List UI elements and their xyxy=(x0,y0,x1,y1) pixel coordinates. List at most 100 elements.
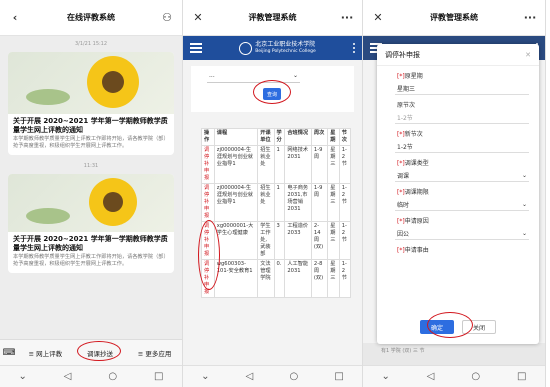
more-icon[interactable]: ··· xyxy=(340,11,354,24)
field-label: 原节次 xyxy=(397,102,416,109)
cell: 文法管理学院 xyxy=(257,259,275,298)
hamburger-icon[interactable] xyxy=(190,43,202,53)
cell: 招生就业处 xyxy=(257,145,275,184)
modal-header: 调停补申报 ✕ xyxy=(377,44,539,66)
type-select[interactable]: 调课 ⌄ xyxy=(395,170,529,182)
orig-period-field[interactable]: 1-2节 xyxy=(395,112,529,124)
college-bar: 北京工业职业技术学院 Beijing Polytechnic College xyxy=(183,36,362,60)
kebab-icon[interactable] xyxy=(353,43,355,53)
filter-select[interactable]: ... ⌄ xyxy=(207,69,300,83)
cell: 0. xyxy=(273,259,286,298)
table-row: 调停补申报 xg0000001-大学生心理健康 学生工作处,武装部 3 工程造价2033… xyxy=(198,220,352,290)
table-row: 调停补申报 zj0000004-生涯规划与创业就业指导1 招生就业处 1 网络技术203… xyxy=(201,145,352,184)
table-header-row: 操作 课程 开课单位 学分 合班情况 周次 星期 节次 xyxy=(201,128,352,146)
apply-modal: 调停补申报 ✕ [*]原星期 星期三 原节次 1-2节 [*]新节次 1-2节 [… xyxy=(377,44,539,344)
cell: 1-2节 xyxy=(338,221,352,260)
menu-item-evaluation[interactable]: ≡ 网上评教 xyxy=(18,348,73,358)
more-icon[interactable]: ··· xyxy=(523,11,537,24)
recent-square-icon[interactable]: □ xyxy=(517,371,526,382)
back-icon[interactable]: ‹ xyxy=(8,11,22,24)
android-nav: ⌄ ◁ ○ □ xyxy=(363,365,545,387)
cell: xg0000001-大学生心理健康 xyxy=(213,221,259,260)
apply-link[interactable]: 调停补申报 xyxy=(201,183,215,222)
keyboard-icon[interactable]: ⌨ xyxy=(0,348,18,358)
cell: 1 xyxy=(273,183,286,222)
chevron-down-icon[interactable]: ⌄ xyxy=(381,371,389,382)
table-row: 调停补申报 zj0000004-生涯规划与创业就业指导1 招生就业处 1 电子商务203… xyxy=(201,183,352,222)
page-title: 评教管理系统 xyxy=(248,13,297,22)
college-logo: 北京工业职业技术学院 Beijing Polytechnic College xyxy=(239,41,316,55)
chevron-down-icon: ⌄ xyxy=(521,172,527,179)
back-triangle-icon[interactable]: ◁ xyxy=(427,371,435,382)
home-circle-icon[interactable]: ○ xyxy=(108,371,117,382)
cell: 星期三 xyxy=(327,221,340,260)
col-header: 周次 xyxy=(310,128,329,146)
col-header: 操作 xyxy=(201,128,215,146)
profile-icon[interactable]: ⚇ xyxy=(160,11,174,24)
chevron-down-icon[interactable]: ⌄ xyxy=(18,371,26,382)
cell: 1-2节 xyxy=(338,259,352,298)
logo-en: Beijing Polytechnic College xyxy=(255,49,316,54)
col-header: 合班情况 xyxy=(284,128,312,146)
college-seal-icon xyxy=(239,41,253,55)
field-label: [*]调课类型 xyxy=(397,160,429,167)
article-desc: 本学期教师教学质量学生网上评教工作即将开始，请各教学院（部）抢予高度重视，积极组… xyxy=(13,254,169,267)
recent-square-icon[interactable]: □ xyxy=(154,371,163,382)
cell: 1-2节 xyxy=(338,183,352,222)
sunflower-image xyxy=(8,52,174,114)
chevron-down-icon: ⌄ xyxy=(521,201,527,208)
cell: 星期三 xyxy=(327,145,340,184)
home-circle-icon[interactable]: ○ xyxy=(471,371,480,382)
recent-square-icon[interactable]: □ xyxy=(334,371,343,382)
new-period-field[interactable]: 1-2节 xyxy=(395,141,529,153)
col-header: 学分 xyxy=(273,128,286,146)
logo-cn: 北京工业职业技术学院 xyxy=(255,41,316,48)
col-header: 开课单位 xyxy=(257,128,275,146)
modal-title: 调停补申报 xyxy=(385,50,420,59)
close-icon[interactable]: ✕ xyxy=(191,11,205,24)
reason-select[interactable]: 因公 ⌄ xyxy=(395,228,529,240)
back-triangle-icon[interactable]: ◁ xyxy=(246,371,254,382)
close-icon[interactable]: ✕ xyxy=(525,51,531,59)
apply-link[interactable]: 调停补申报 xyxy=(198,220,220,290)
cell: 网络技术2031 xyxy=(284,145,312,184)
cell: 3 xyxy=(273,221,286,260)
timestamp: 11:31 xyxy=(83,163,99,169)
course-table: 操作 课程 开课单位 学分 合班情况 周次 星期 节次 调停补申报 zj0000004-生涯规划… xyxy=(198,128,352,298)
field-label: [*]原星期 xyxy=(397,73,423,80)
cell: zj0000004-生涯规划与创业就业指导1 xyxy=(213,183,259,222)
cell: 学生工作处,武装部 xyxy=(257,221,275,260)
page-title: 评教管理系统 xyxy=(430,13,478,22)
timestamp: 3/1/21 15:12 xyxy=(74,41,108,47)
home-circle-icon[interactable]: ○ xyxy=(290,371,299,382)
col-header: 星期 xyxy=(327,128,340,146)
weekday-field[interactable]: 星期三 xyxy=(395,83,529,95)
chevron-down-icon[interactable]: ⌄ xyxy=(201,371,209,382)
cell: 1-9周 xyxy=(310,183,329,222)
android-nav: ⌄ ◁ ○ □ xyxy=(183,365,362,387)
col-header: 课程 xyxy=(213,128,259,146)
cell: 人工智能2031 xyxy=(284,259,312,298)
field-label: [*]申请事由 xyxy=(397,247,429,254)
field-label: [*]调课期限 xyxy=(397,189,429,196)
cell: 1-9周 xyxy=(310,145,329,184)
col-header: 节次 xyxy=(338,128,352,146)
cell: wg600303-101-安全教育1 xyxy=(213,259,259,298)
field-label: [*]新节次 xyxy=(397,131,423,138)
cell: 2-8周(双) xyxy=(310,259,329,298)
cell: 招生就业处 xyxy=(257,183,275,222)
chevron-down-icon: ⌄ xyxy=(521,230,527,237)
article-card[interactable]: 关于开展 2020~2021 学年第一学期教师教学质量学生网上评教的通知 本学期… xyxy=(8,174,174,273)
article-card[interactable]: 关于开展 2020~2021 学年第一学期教师教学质量学生网上评教的通知 本学期… xyxy=(8,52,174,155)
term-select[interactable]: 临时 ⌄ xyxy=(395,199,529,211)
menu-item-schedule-copy[interactable]: 调课抄送 xyxy=(73,340,128,361)
field-label: [*]申请原因 xyxy=(397,218,429,225)
sunflower-image xyxy=(8,174,174,232)
cell: 1 xyxy=(273,145,286,184)
apply-link[interactable]: 调停补申报 xyxy=(201,145,215,184)
wechat-header: ‹ 在线评教系统 ⚇ xyxy=(0,0,182,36)
cell: 星期三 xyxy=(327,259,340,298)
menu-item-more[interactable]: ≡ 更多应用 xyxy=(127,348,182,358)
back-triangle-icon[interactable]: ◁ xyxy=(64,371,72,382)
close-icon[interactable]: ✕ xyxy=(371,11,385,24)
